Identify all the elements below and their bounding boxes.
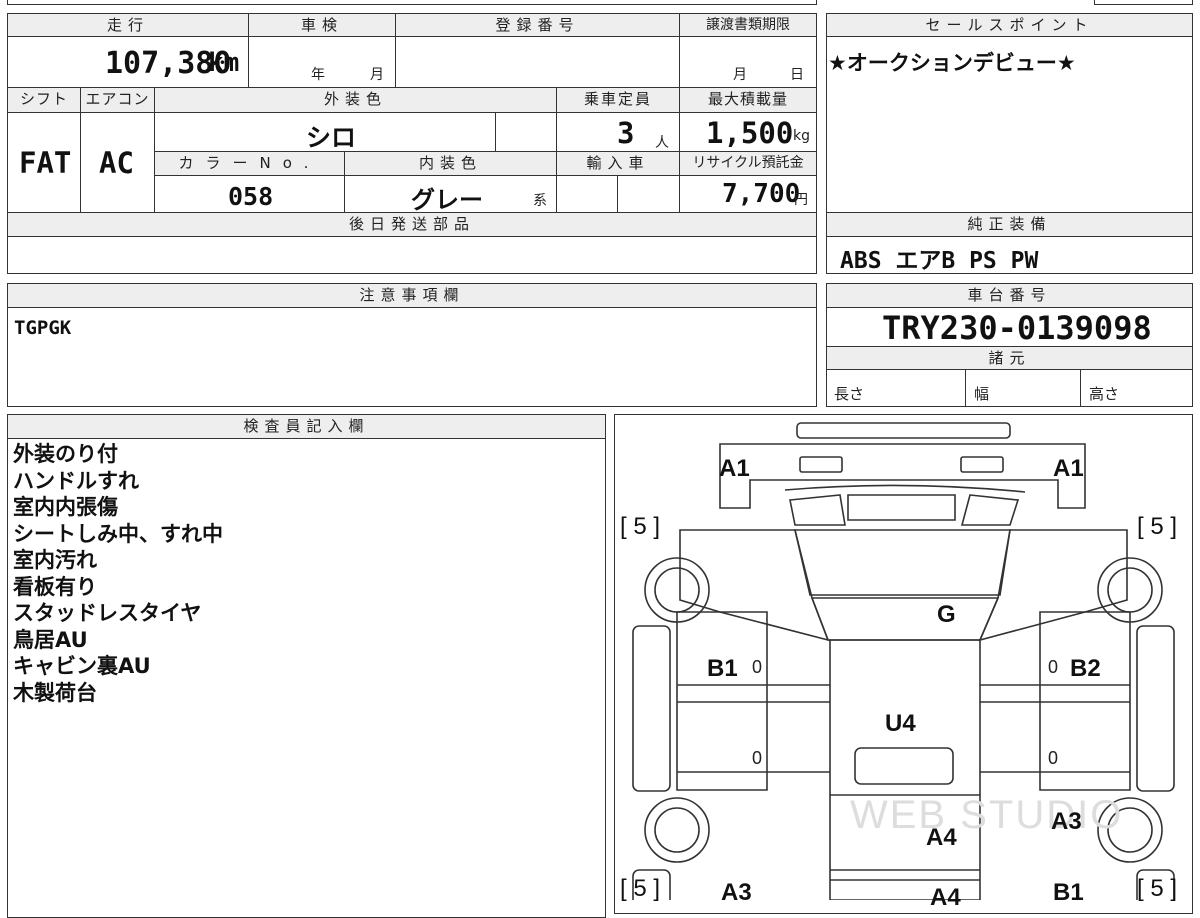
- mark-a4-lower: A4: [930, 884, 961, 911]
- recycle-fee-unit: 円: [794, 192, 808, 208]
- color-no-value: 058: [228, 182, 274, 211]
- registration-header: 登録番号: [395, 13, 680, 37]
- color-no-header: カラーNo.: [154, 151, 345, 176]
- mark-b1-lower: B1: [1053, 879, 1084, 906]
- inspector-note: ハンドルすれ: [13, 468, 139, 493]
- notes-cell: [7, 307, 817, 407]
- inspection-month-unit: 月: [370, 67, 384, 83]
- inspector-notes-list: 外装のり付 ハンドルすれ 室内内張傷 シートしみ中、すれ中 室内汚れ 看板有り …: [13, 441, 223, 706]
- top-partial-right: [1094, 0, 1193, 5]
- aircon-value: AC: [99, 146, 134, 180]
- inspection-header: 車検: [248, 13, 396, 37]
- capacity-header: 乗車定員: [556, 87, 680, 113]
- inspector-note: キャビン裏AU: [13, 654, 151, 678]
- zero-mark: 0: [752, 748, 763, 768]
- capacity-unit: 人: [655, 135, 669, 151]
- registration-cell: [395, 36, 680, 88]
- shift-header: シフト: [7, 87, 81, 113]
- import-cell-right: [617, 175, 680, 213]
- shift-value: FAT: [19, 146, 72, 180]
- max-load-unit: kg: [793, 128, 810, 144]
- inspector-note: スタッドレスタイヤ: [13, 601, 202, 625]
- exterior-color-header: 外装色: [154, 87, 557, 113]
- tire-depth-rear-left: [ 5 ]: [620, 875, 661, 902]
- exterior-color-extra-cell: [495, 112, 557, 152]
- mark-a3-left: A3: [721, 879, 752, 906]
- recycle-fee-header: リサイクル預託金: [679, 151, 817, 176]
- inspection-year-unit: 年: [311, 67, 325, 83]
- capacity-value: 3: [617, 116, 635, 150]
- recycle-fee-value: 7,700: [722, 179, 801, 209]
- mark-a4-upper: A4: [926, 824, 957, 851]
- interior-color-suffix: 系: [533, 193, 547, 209]
- notes-text: TGPGK: [14, 317, 72, 339]
- import-cell-left: [556, 175, 618, 213]
- notes-header: 注意事項欄: [7, 283, 817, 308]
- zero-mark: 0: [1048, 748, 1059, 768]
- interior-color-value: グレー: [411, 186, 483, 214]
- inspector-note: シートしみ中、すれ中: [13, 521, 223, 546]
- top-partial-row: [7, 0, 817, 5]
- tire-depth-front-right: [ 5 ]: [1137, 513, 1178, 540]
- aircon-header: エアコン: [80, 87, 155, 113]
- sales-point-text: ★オークションデビュー★: [828, 51, 1076, 75]
- inspector-note: 看板有り: [13, 574, 97, 599]
- exterior-color-value: シロ: [306, 123, 357, 152]
- transfer-month-unit: 月: [733, 67, 747, 83]
- tire-depth-rear-right: [ 5 ]: [1137, 875, 1178, 902]
- mark-a1-left: A1: [719, 455, 750, 482]
- later-parts-header: 後日発送部品: [7, 212, 817, 237]
- import-header: 輸入車: [556, 151, 680, 176]
- watermark: WEB STUDIO: [850, 793, 1124, 837]
- mark-b2: B2: [1070, 655, 1101, 682]
- inspector-header: 検査員記入欄: [7, 414, 606, 439]
- sales-point-header: セールスポイント: [826, 13, 1193, 37]
- equipment-header: 純正装備: [826, 212, 1193, 237]
- specs-length-label: 長さ: [834, 385, 865, 403]
- specs-height-label: 高さ: [1089, 385, 1120, 403]
- specs-header: 諸元: [826, 346, 1193, 370]
- transfer-deadline-header: 譲渡書類期限: [679, 13, 817, 37]
- inspector-note: 室内汚れ: [13, 548, 97, 572]
- mark-g: G: [937, 601, 956, 628]
- equipment-value: ABS エアB PS PW: [840, 248, 1039, 274]
- chassis-value: TRY230-0139098: [882, 309, 1152, 347]
- max-load-value: 1,500: [706, 116, 794, 150]
- transfer-day-unit: 日: [790, 67, 804, 83]
- later-parts-cell: [7, 236, 817, 274]
- specs-width-label: 幅: [974, 385, 990, 403]
- tire-depth-front-left: [ 5 ]: [620, 513, 661, 540]
- inspector-note: 鳥居AU: [13, 627, 88, 652]
- inspector-note: 外装のり付: [13, 442, 118, 466]
- mark-u4: U4: [885, 710, 916, 737]
- mileage-header: 走行: [7, 13, 249, 37]
- mark-a3-right: A3: [1051, 808, 1082, 835]
- mark-b1: B1: [707, 655, 738, 682]
- max-load-header: 最大積載量: [679, 87, 817, 113]
- mark-a1-right: A1: [1053, 455, 1084, 482]
- chassis-header: 車台番号: [826, 283, 1193, 308]
- zero-mark: 0: [1048, 657, 1059, 677]
- inspector-note: 室内内張傷: [13, 495, 118, 519]
- interior-color-header: 内装色: [344, 151, 557, 176]
- inspector-note: 木製荷台: [13, 680, 97, 705]
- mileage-unit: km: [208, 48, 240, 78]
- zero-mark: 0: [752, 657, 763, 677]
